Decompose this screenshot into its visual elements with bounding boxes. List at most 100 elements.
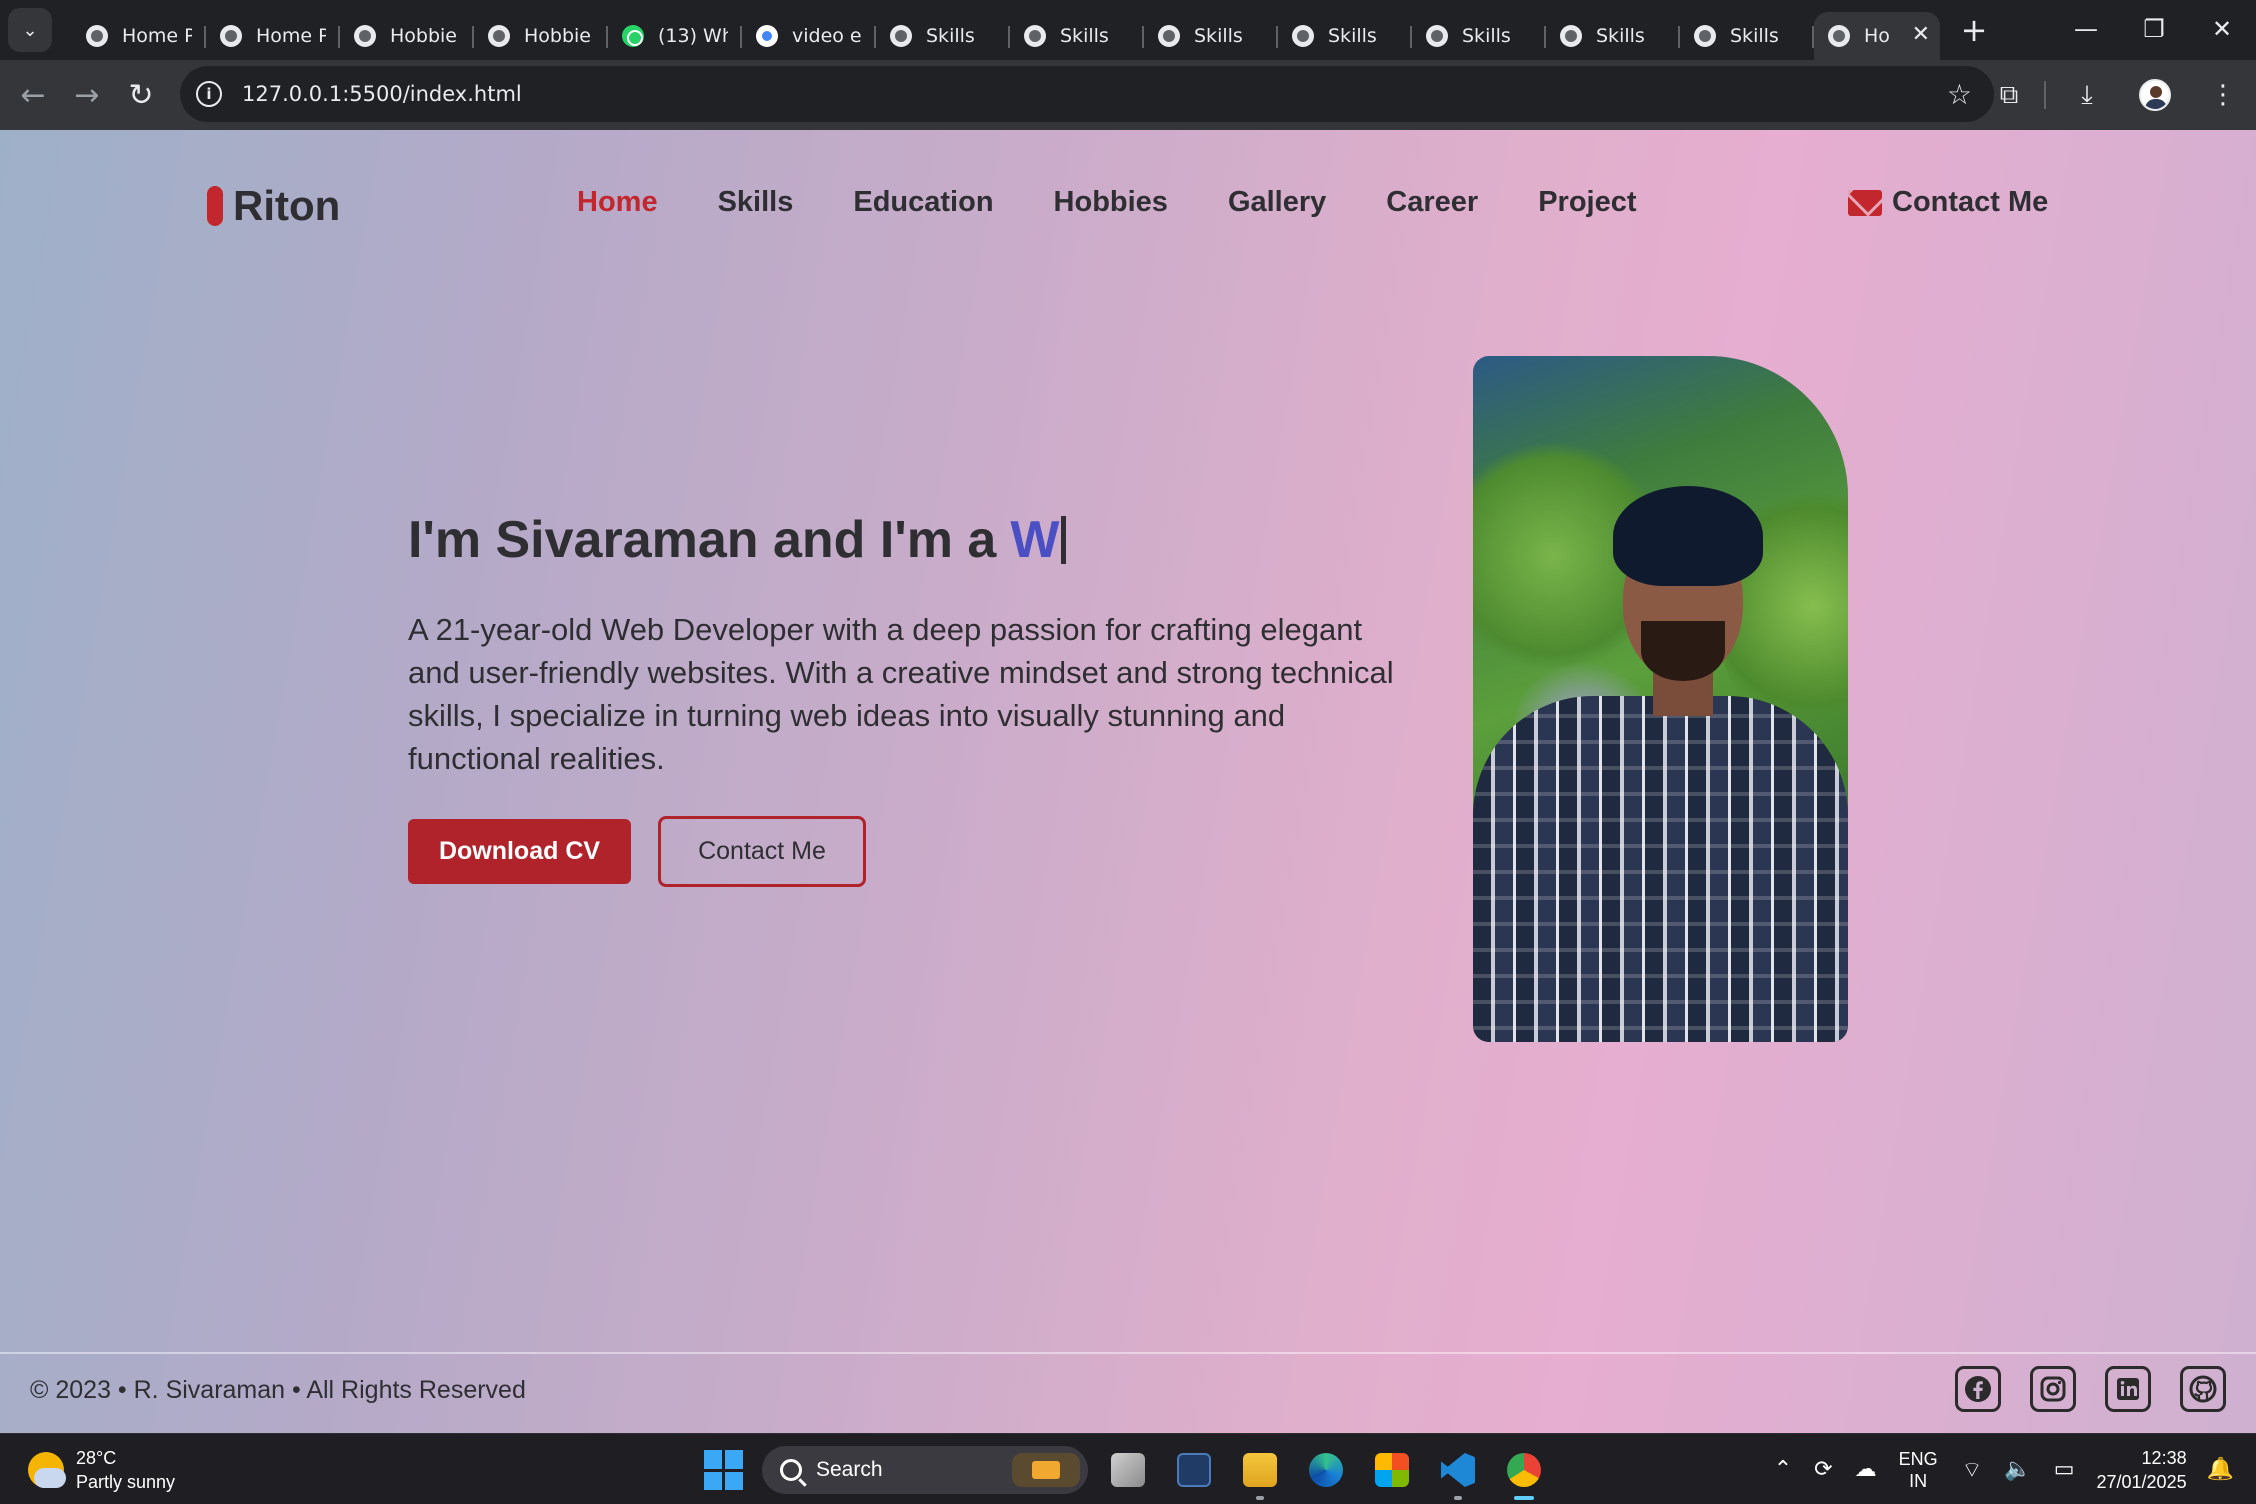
wifi-icon[interactable]: ⌔ <box>1962 1456 1983 1484</box>
address-bar[interactable]: i 127.0.0.1:5500/index.html ☆ <box>180 66 1994 122</box>
lang-line1: ENG <box>1898 1448 1938 1469</box>
download-icon[interactable]: ⤓ <box>2060 68 2114 122</box>
back-button[interactable]: ← <box>6 68 60 122</box>
hero-section: I'm Sivaraman and I'm a W A 21-year-old … <box>408 510 1394 887</box>
sync-icon[interactable]: ⟳ <box>1814 1457 1832 1482</box>
tab-title: Skills <box>1328 25 1377 47</box>
browser-tab[interactable]: Skills <box>1010 12 1144 60</box>
nav-career[interactable]: Career <box>1386 186 1478 219</box>
close-window-button[interactable]: ✕ <box>2188 0 2256 58</box>
logo-mark <box>207 186 223 226</box>
clock[interactable]: 12:38 27/01/2025 <box>2097 1446 2187 1494</box>
site-header: Riton Home Skills Education Hobbies Gall… <box>0 130 2256 278</box>
file-explorer-icon[interactable] <box>1234 1444 1286 1500</box>
tab-search-button[interactable]: ⌄ <box>8 8 52 52</box>
browser-tab[interactable]: Home P <box>72 12 206 60</box>
forward-button[interactable]: → <box>60 68 114 122</box>
globe-icon <box>354 25 376 47</box>
nav-education[interactable]: Education <box>853 186 993 219</box>
globe-icon <box>890 25 912 47</box>
tab-title: Hobbie <box>524 25 592 47</box>
volume-icon[interactable]: 🔈 <box>2004 1457 2031 1482</box>
browser-tab[interactable]: Skills <box>1278 12 1412 60</box>
tab-title: Home P <box>256 25 326 47</box>
chrome-icon[interactable] <box>1498 1444 1550 1500</box>
nav-skills[interactable]: Skills <box>718 186 794 219</box>
typed-text: W <box>1010 511 1060 569</box>
new-tab-button[interactable]: + <box>1952 8 1996 52</box>
weather-desc: Partly sunny <box>76 1472 176 1492</box>
globe-icon <box>1426 25 1448 47</box>
profile-photo <box>1473 356 1848 1042</box>
clock-date: 27/01/2025 <box>2096 1471 2187 1492</box>
search-label: Search <box>816 1458 883 1481</box>
globe-icon <box>1694 25 1716 47</box>
browser-tab[interactable]: Skills <box>1546 12 1680 60</box>
chevron-up-icon[interactable]: ⌃ <box>1774 1457 1792 1482</box>
browser-tab[interactable]: Skills <box>1412 12 1546 60</box>
globe-icon <box>86 25 108 47</box>
nav-gallery[interactable]: Gallery <box>1228 186 1326 219</box>
site-logo[interactable]: Riton <box>207 182 340 230</box>
nav-home[interactable]: Home <box>577 186 658 219</box>
site-footer: © 2023 • R. Sivaraman • All Rights Reser… <box>0 1352 2256 1433</box>
site-info-icon[interactable]: i <box>196 81 222 107</box>
edge-icon[interactable] <box>1300 1444 1352 1496</box>
minimize-button[interactable]: — <box>2052 0 2120 58</box>
globe-icon <box>1292 25 1314 47</box>
browser-tab[interactable]: Hobbie <box>340 12 474 60</box>
browser-tab[interactable]: Skills <box>1680 12 1814 60</box>
windows-start-icon[interactable] <box>704 1450 744 1490</box>
vscode-icon[interactable] <box>1432 1444 1484 1500</box>
tab-title: Skills <box>1596 25 1645 47</box>
tab-title: Skills <box>1730 25 1779 47</box>
tab-title: video e <box>792 25 862 47</box>
extensions-icon[interactable]: ⧉ <box>1982 68 2036 122</box>
menu-kebab-icon[interactable]: ⋮ <box>2196 68 2250 122</box>
nav-hobbies[interactable]: Hobbies <box>1054 186 1168 219</box>
url-text[interactable]: 127.0.0.1:5500/index.html <box>242 82 522 106</box>
onedrive-icon[interactable]: ☁ <box>1855 1457 1877 1482</box>
browser-tab[interactable]: Hobbie <box>474 12 608 60</box>
github-icon[interactable] <box>2180 1366 2226 1412</box>
close-tab-icon[interactable]: ✕ <box>1912 22 1930 47</box>
instagram-icon[interactable] <box>2030 1366 2076 1412</box>
microsoft-store-icon[interactable] <box>1366 1444 1418 1496</box>
notification-bell-icon[interactable]: 🔔 <box>2207 1457 2234 1482</box>
tab-title: (13) Wh <box>658 25 728 47</box>
browser-tab[interactable]: video e <box>742 12 876 60</box>
nav-project[interactable]: Project <box>1538 186 1636 219</box>
hero-description: A 21-year-old Web Developer with a deep … <box>408 612 1394 776</box>
toolbar-divider <box>2044 81 2046 109</box>
linkedin-icon[interactable] <box>2105 1366 2151 1412</box>
facebook-icon[interactable] <box>1955 1366 2001 1412</box>
social-links <box>1926 1366 2226 1412</box>
contact-me-button[interactable]: Contact Me <box>658 816 866 887</box>
tab-title: Hobbie <box>390 25 458 47</box>
lang-line2: IN <box>1909 1470 1928 1491</box>
browser-tab[interactable]: Skills <box>1144 12 1278 60</box>
battery-icon[interactable]: ▭ <box>2054 1457 2075 1482</box>
browser-tab[interactable]: Home P <box>206 12 340 60</box>
tab-title: Ho <box>1864 25 1890 47</box>
globe-icon <box>220 25 242 47</box>
active-browser-tab[interactable]: Ho ✕ <box>1814 12 1940 60</box>
profile-avatar[interactable] <box>2128 68 2182 122</box>
tab-title: Skills <box>1060 25 1109 47</box>
browser-tab-strip: ⌄ Home P Home P Hobbie Hobbie (13) Wh vi… <box>0 0 2256 60</box>
taskbar: 28°C Partly sunny Search ⌃ ⟳ ☁ ENG IN ⌔ … <box>0 1433 2256 1504</box>
task-view-icon[interactable] <box>1102 1444 1154 1496</box>
weather-widget[interactable]: 28°C Partly sunny <box>28 1446 175 1494</box>
clock-time: 12:38 <box>2141 1447 2187 1468</box>
contact-me-link[interactable]: Contact Me <box>1848 186 2048 219</box>
language-indicator[interactable]: ENG IN <box>1899 1448 1938 1492</box>
snipping-tool-icon[interactable] <box>1168 1444 1220 1496</box>
restore-button[interactable]: ❐ <box>2120 0 2188 58</box>
download-cv-button[interactable]: Download CV <box>408 819 631 884</box>
globe-icon <box>1158 25 1180 47</box>
main-nav: Home Skills Education Hobbies Gallery Ca… <box>577 186 1697 219</box>
reload-button[interactable]: ↻ <box>114 68 168 122</box>
taskbar-search[interactable]: Search <box>762 1446 1088 1494</box>
browser-tab[interactable]: (13) Wh <box>608 12 742 60</box>
browser-tab[interactable]: Skills <box>876 12 1010 60</box>
